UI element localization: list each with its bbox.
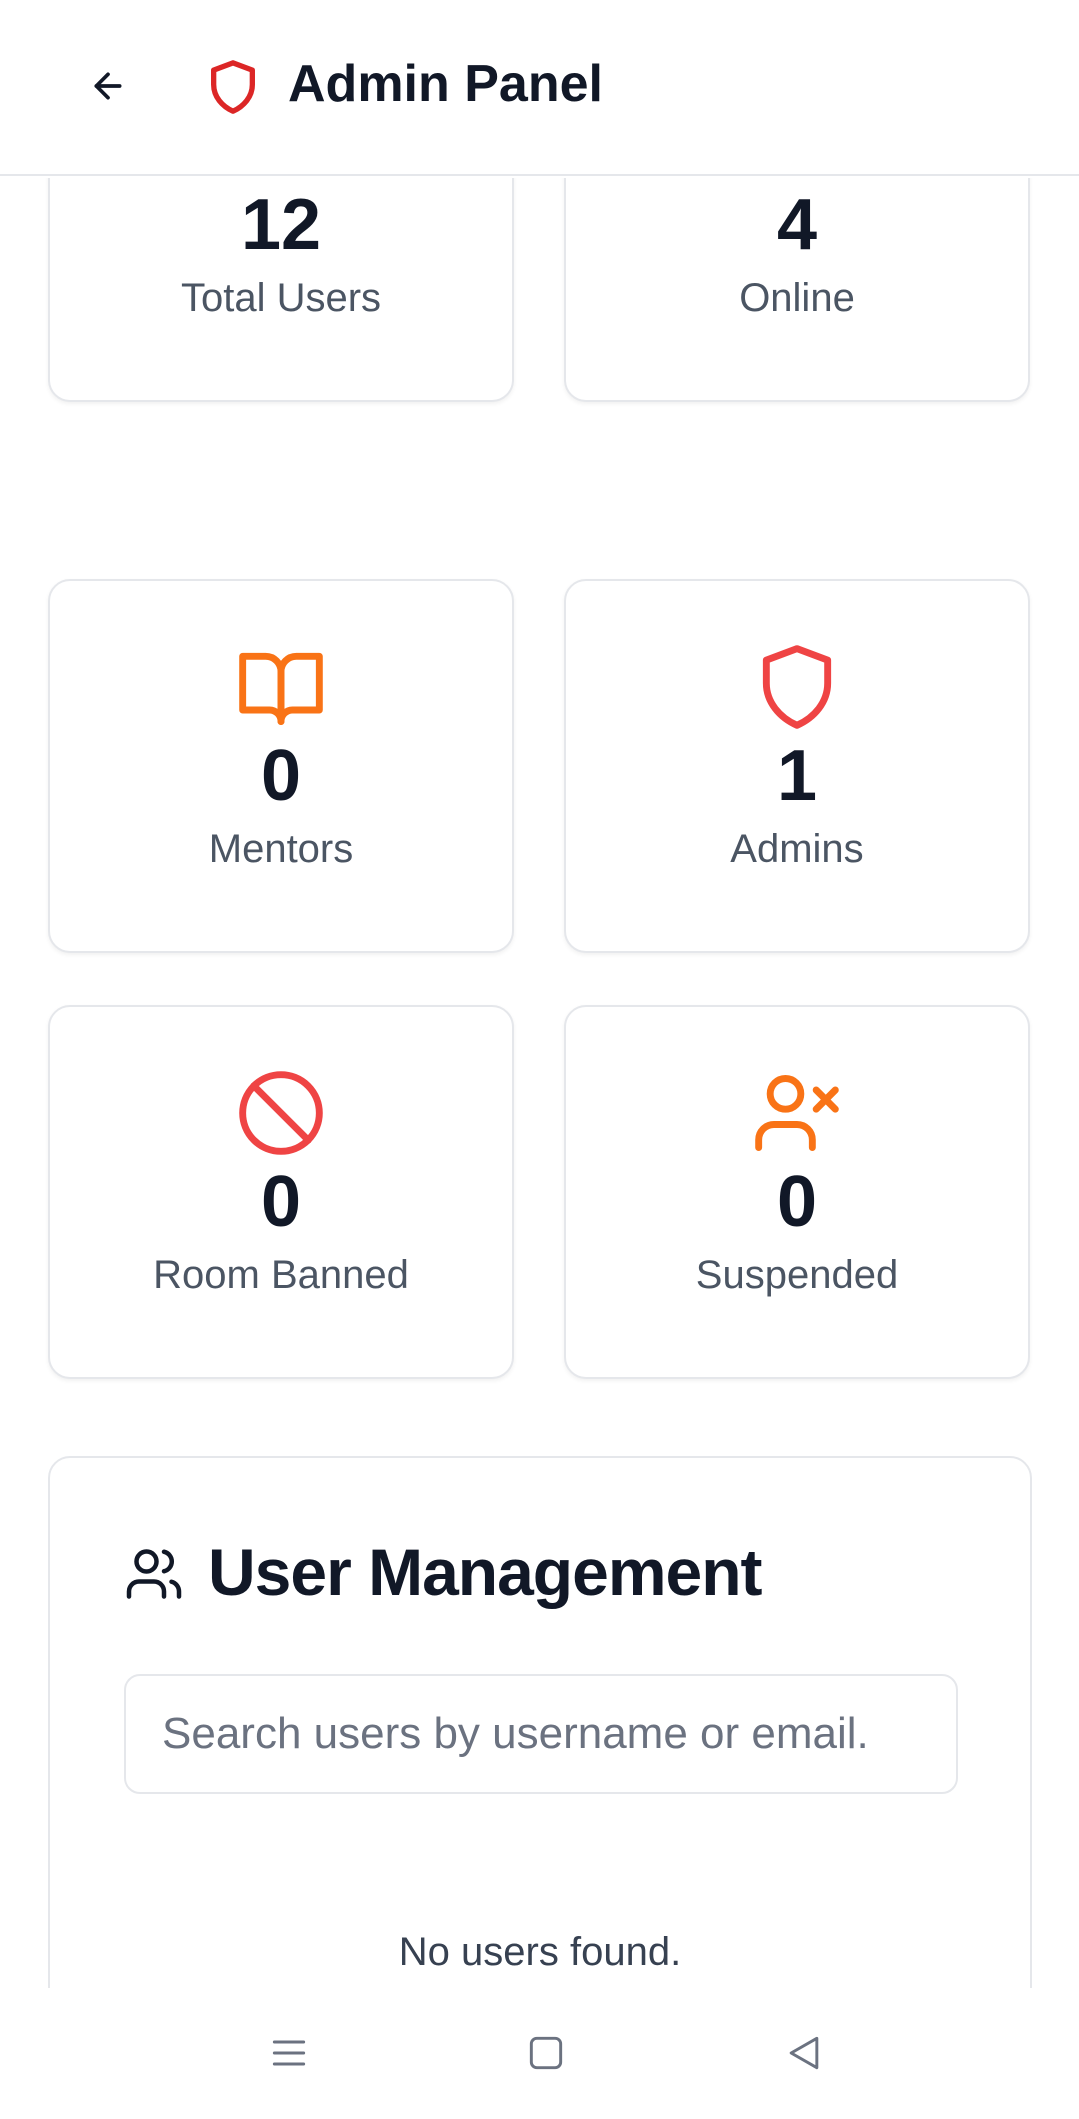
back-triangle-icon — [789, 2036, 819, 2070]
stat-value: 1 — [776, 736, 818, 816]
system-nav-bar — [0, 1988, 1079, 2119]
stat-label: Total Users — [180, 276, 382, 320]
stat-card-admins: 1 Admins — [564, 579, 1030, 953]
section-title: User Management — [208, 1535, 763, 1609]
home-button[interactable] — [511, 2018, 581, 2088]
system-back-button[interactable] — [769, 2018, 839, 2088]
stat-value: 4 — [776, 185, 818, 265]
book-open-icon — [239, 652, 323, 725]
stat-card-online: 4 Online — [564, 178, 1030, 402]
stat-card-suspended: 0 Suspended — [564, 1005, 1030, 1379]
stat-value: 12 — [240, 185, 322, 265]
stat-card-total-users: 12 Total Users — [48, 178, 514, 402]
stat-label: Suspended — [695, 1253, 899, 1297]
home-square-icon — [529, 2036, 563, 2070]
stat-label: Admins — [730, 827, 864, 871]
stat-value: 0 — [260, 736, 302, 816]
stat-value: 0 — [776, 1162, 818, 1242]
app-header: Admin Panel — [0, 0, 1079, 176]
ban-icon — [239, 1071, 323, 1155]
recent-apps-button[interactable] — [254, 2018, 324, 2088]
stat-label: Room Banned — [153, 1253, 409, 1297]
users-icon — [126, 1549, 182, 1599]
back-button[interactable] — [78, 56, 138, 116]
empty-state-message: No users found. — [398, 1930, 682, 1974]
user-management-card: User Management No users found. — [48, 1456, 1032, 1988]
stat-label: Mentors — [208, 827, 354, 871]
stat-value: 0 — [260, 1162, 302, 1242]
stat-card-mentors: 0 Mentors — [48, 579, 514, 953]
main-content[interactable]: 12 Total Users 4 Online 0 Mentors 1 Admi… — [0, 178, 1079, 1988]
user-x-icon — [755, 1075, 839, 1151]
menu-icon — [272, 2040, 306, 2066]
shield-icon — [762, 645, 832, 729]
admin-panel-screen: Admin Panel 12 Total Users 4 Online 0 Me… — [0, 0, 1079, 2119]
page-title: Admin Panel — [288, 55, 603, 113]
stat-label: Online — [739, 276, 855, 320]
stat-card-room-banned: 0 Room Banned — [48, 1005, 514, 1379]
shield-icon — [211, 60, 255, 114]
search-input[interactable] — [124, 1674, 958, 1794]
arrow-left-icon — [94, 72, 122, 100]
